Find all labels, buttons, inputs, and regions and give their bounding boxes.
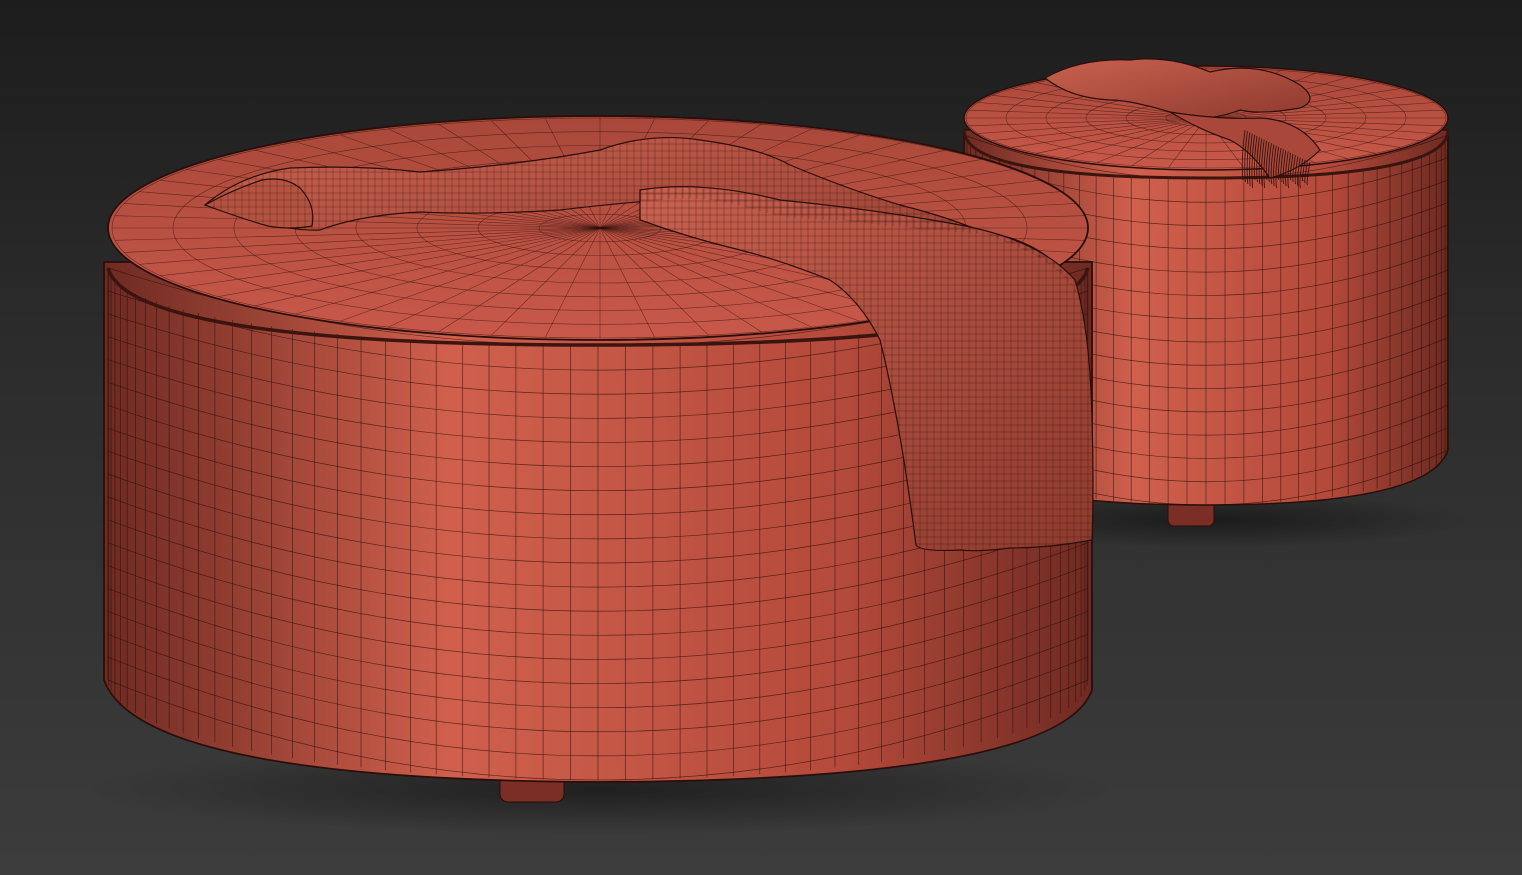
3d-viewport[interactable] (0, 0, 1522, 875)
large-round-pouf (103, 115, 1094, 803)
wireframe-render (80, 58, 1470, 835)
